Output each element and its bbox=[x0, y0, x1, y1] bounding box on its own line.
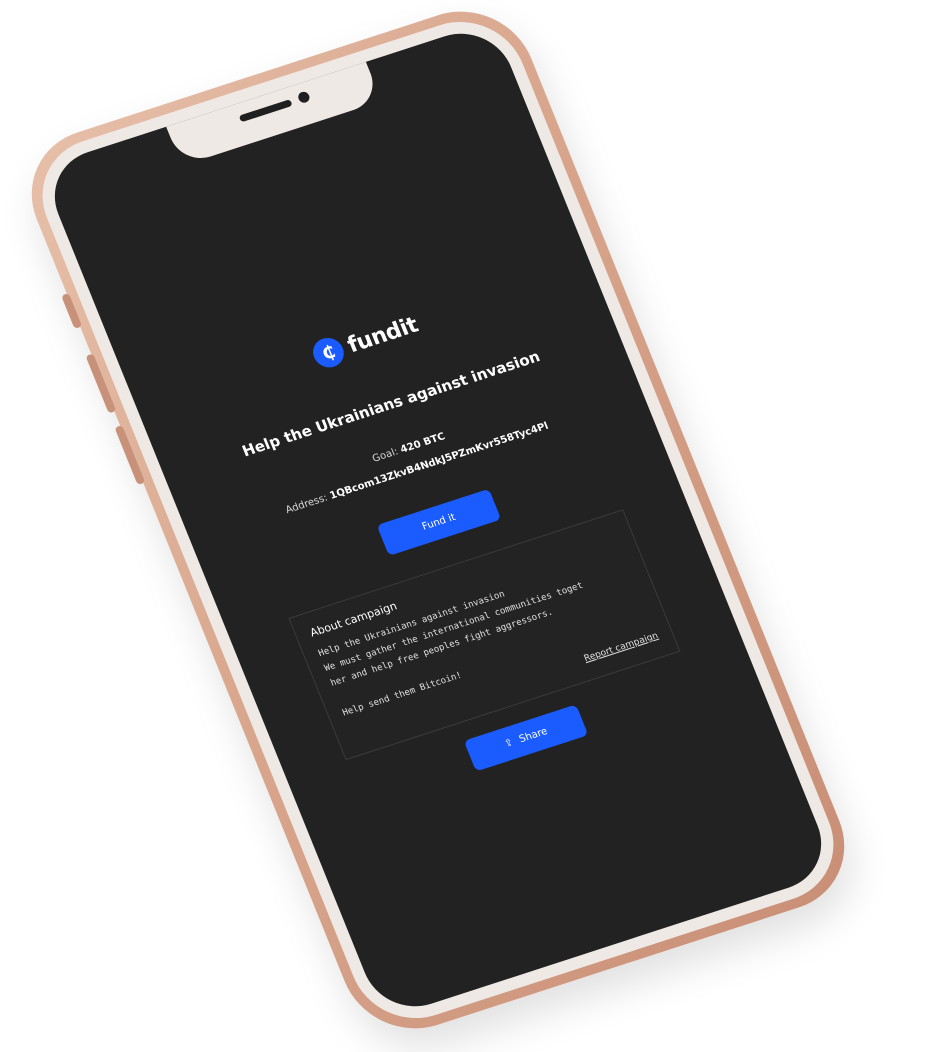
campaign-page: ₵ fundit Help the Ukrainians against inv… bbox=[134, 253, 759, 827]
speaker-grille bbox=[238, 99, 293, 123]
product-mockup: ₵ fundit Help the Ukrainians against inv… bbox=[0, 0, 936, 1052]
about-campaign-card: About campaign Help the Ukrainians again… bbox=[288, 509, 681, 761]
bitcoin-c-logo-icon: ₵ bbox=[308, 334, 349, 372]
brand-name: fundit bbox=[343, 312, 422, 358]
front-camera bbox=[296, 90, 312, 105]
goal-label: Goal: bbox=[370, 446, 400, 465]
fundit-logo[interactable]: ₵ fundit bbox=[308, 310, 423, 372]
share-label: Share bbox=[517, 725, 550, 746]
fund-it-button[interactable]: Fund it bbox=[376, 488, 502, 556]
share-icon: ⇪ bbox=[502, 737, 515, 750]
phone-device: ₵ fundit Help the Ukrainians against inv… bbox=[10, 0, 866, 1047]
